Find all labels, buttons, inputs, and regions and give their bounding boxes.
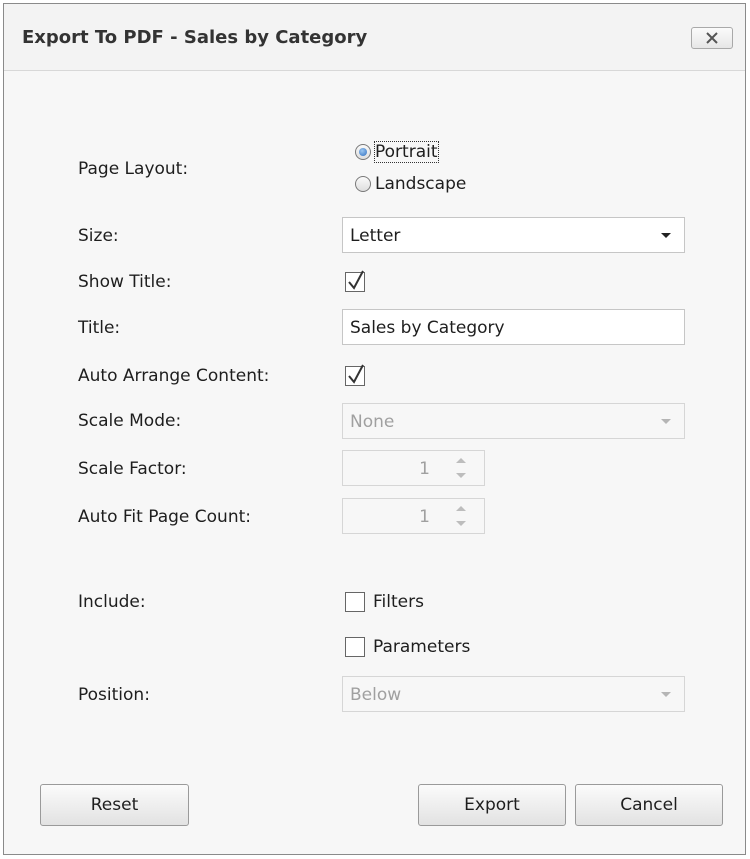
scale-mode-value: None <box>350 412 395 432</box>
radio-portrait[interactable]: Portrait <box>355 141 439 163</box>
auto-arrange-label: Auto Arrange Content: <box>78 366 270 386</box>
scale-mode-label: Scale Mode: <box>78 411 182 431</box>
chevron-down-icon[interactable] <box>661 692 671 697</box>
radio-landscape[interactable]: Landscape <box>355 174 466 194</box>
auto-fit-value: 1 <box>419 507 430 527</box>
scale-factor-spinner[interactable]: 1 <box>342 450 485 486</box>
close-icon <box>706 32 718 44</box>
export-button[interactable]: Export <box>418 784 566 826</box>
reset-button[interactable]: Reset <box>40 784 189 826</box>
include-label: Include: <box>78 592 146 612</box>
spinner-arrows[interactable] <box>456 504 468 528</box>
chevron-down-icon[interactable] <box>456 473 466 478</box>
title-input[interactable]: Sales by Category <box>342 309 685 345</box>
radio-landscape-button[interactable] <box>355 176 371 192</box>
close-button[interactable] <box>691 27 733 49</box>
filters-checkbox[interactable] <box>345 592 365 612</box>
chevron-down-icon[interactable] <box>456 521 466 526</box>
checkmark-icon <box>348 364 364 384</box>
radio-portrait-button[interactable] <box>355 144 371 160</box>
dialog-title: Export To PDF - Sales by Category <box>22 27 368 48</box>
chevron-down-icon[interactable] <box>661 233 671 238</box>
checkmark-icon <box>348 270 364 290</box>
parameters-option[interactable]: Parameters <box>345 637 470 657</box>
filters-option[interactable]: Filters <box>345 592 424 612</box>
page-layout-label: Page Layout: <box>78 159 189 179</box>
parameters-label[interactable]: Parameters <box>373 637 470 657</box>
position-label: Position: <box>78 685 150 705</box>
parameters-checkbox[interactable] <box>345 637 365 657</box>
auto-fit-spinner[interactable]: 1 <box>342 498 485 534</box>
chevron-up-icon[interactable] <box>456 458 466 463</box>
size-label: Size: <box>78 226 119 246</box>
show-title-label: Show Title: <box>78 272 172 292</box>
scale-factor-label: Scale Factor: <box>78 459 187 479</box>
size-dropdown[interactable]: Letter <box>342 217 685 253</box>
radio-portrait-label[interactable]: Portrait <box>374 141 439 163</box>
show-title-checkbox[interactable] <box>345 270 365 292</box>
size-value: Letter <box>350 226 401 246</box>
scale-mode-dropdown[interactable]: None <box>342 403 685 439</box>
auto-arrange-checkbox[interactable] <box>345 364 365 386</box>
radio-landscape-label[interactable]: Landscape <box>375 174 466 194</box>
title-input-value: Sales by Category <box>350 318 505 338</box>
chevron-down-icon[interactable] <box>661 419 671 424</box>
dialog-titlebar: Export To PDF - Sales by Category <box>4 4 745 71</box>
position-value: Below <box>350 685 402 705</box>
position-dropdown[interactable]: Below <box>342 676 685 712</box>
spinner-arrows[interactable] <box>456 456 468 480</box>
filters-label[interactable]: Filters <box>373 592 424 612</box>
title-label: Title: <box>78 318 121 338</box>
cancel-button[interactable]: Cancel <box>575 784 723 826</box>
scale-factor-value: 1 <box>419 459 430 479</box>
auto-fit-label: Auto Fit Page Count: <box>78 507 251 527</box>
chevron-up-icon[interactable] <box>456 506 466 511</box>
